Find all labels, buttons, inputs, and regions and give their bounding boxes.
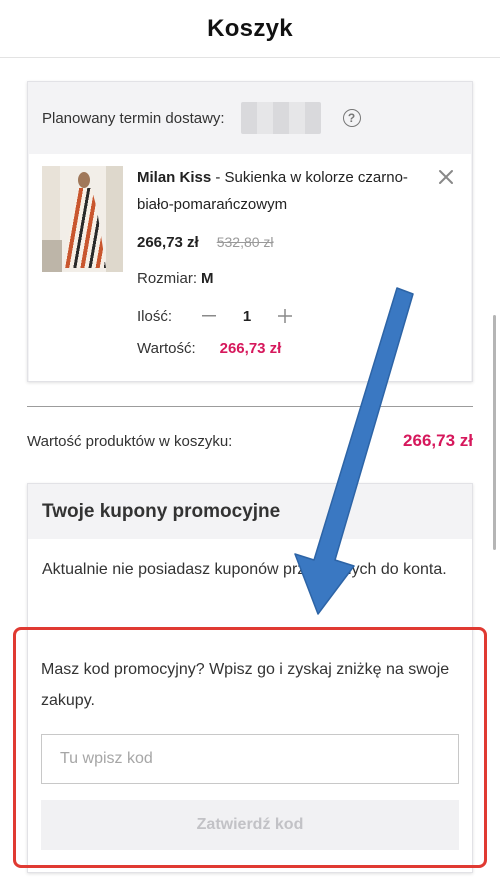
cart-total-value: 266,73 zł <box>403 431 473 450</box>
price-row: 266,73 zł 532,80 zł <box>137 234 274 251</box>
delivery-date-blurred <box>240 102 321 134</box>
quantity-stepper: Ilość: 1 <box>137 304 294 328</box>
promo-code-input[interactable] <box>41 734 459 784</box>
item-value-row: Wartość: 266,73 zł <box>137 340 281 357</box>
item-value-amount: 266,73 zł <box>219 340 282 357</box>
remove-item-button[interactable] <box>434 165 458 189</box>
coupons-info-text: Aktualnie nie posiadasz kuponów przypisa… <box>42 561 447 578</box>
price-current: 266,73 zł <box>137 234 199 251</box>
size-row: Rozmiar: M <box>137 270 214 287</box>
product-image[interactable] <box>42 166 123 272</box>
quantity-value: 1 <box>242 307 252 325</box>
header: Koszyk <box>0 0 500 58</box>
quantity-label: Ilość: <box>137 307 173 325</box>
price-old: 532,80 zł <box>216 234 274 250</box>
delivery-label: Planowany termin dostawy: <box>42 109 225 127</box>
coupons-header: Twoje kupony promocyjne <box>28 484 472 539</box>
divider <box>27 406 473 407</box>
minus-icon <box>202 315 217 317</box>
size-label: Rozmiar: <box>137 270 198 287</box>
delivery-row: Planowany termin dostawy: ? <box>28 82 472 154</box>
page-title: Koszyk <box>207 14 293 42</box>
product-item: Milan Kiss - Sukienka w kolorze czarno-b… <box>29 154 471 381</box>
plus-icon <box>278 309 293 323</box>
product-title[interactable]: Milan Kiss - Sukienka w kolorze czarno-b… <box>137 164 437 218</box>
size-value: M <box>201 270 214 287</box>
cart-item-card: Planowany termin dostawy: ? Milan Kiss -… <box>27 81 473 382</box>
submit-code-button[interactable]: Zatwierdź kod <box>41 800 459 850</box>
promo-code-text: Masz kod promocyjny? Wpisz go i zyskaj z… <box>41 661 450 709</box>
product-brand: Milan Kiss <box>137 169 212 186</box>
scrollbar[interactable] <box>493 315 496 550</box>
question-circle-icon[interactable]: ? <box>342 109 361 127</box>
cart-total-label: Wartość produktów w koszyku: <box>27 432 233 450</box>
quantity-increase-button[interactable] <box>276 307 294 325</box>
item-value-label: Wartość: <box>137 340 196 357</box>
quantity-decrease-button[interactable] <box>200 307 218 325</box>
coupons-title: Twoje kupony promocyjne <box>42 500 281 522</box>
close-icon <box>439 170 453 184</box>
cart-total-row: Wartość produktów w koszyku: 266,73 zł <box>27 430 473 452</box>
